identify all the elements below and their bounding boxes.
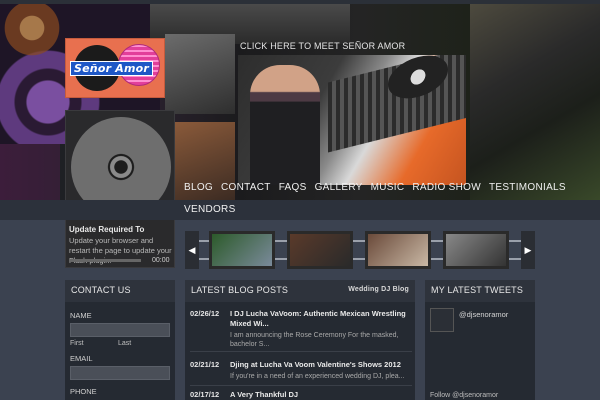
thumb-image <box>446 234 506 266</box>
contact-panel: CONTACT US NAME First Last EMAIL PHONE <box>65 280 175 400</box>
dj-figure <box>250 65 320 185</box>
post-date: 02/26/12 <box>190 309 220 318</box>
gallery-thumb[interactable] <box>287 231 353 269</box>
nav-vendors[interactable]: VENDORS <box>184 204 236 215</box>
email-field[interactable] <box>70 366 170 380</box>
post-excerpt: I am announcing the Rose Ceremony For th… <box>230 332 399 348</box>
nav-music[interactable]: MUSIC <box>371 182 405 193</box>
nav-bar-background <box>0 200 600 220</box>
twitter-avatar[interactable] <box>430 308 454 332</box>
featured-dj-photo[interactable] <box>238 55 466 185</box>
first-label: First <box>70 340 84 347</box>
twitter-handle[interactable]: @djsenoramor <box>459 310 508 319</box>
gallery-thumb[interactable] <box>209 231 275 269</box>
post-divider <box>190 385 412 386</box>
logo-text: Señor Amor <box>70 61 153 76</box>
blog-header: LATEST BLOG POSTS Wedding DJ Blog <box>185 280 415 302</box>
nav-contact[interactable]: CONTACT <box>221 182 271 193</box>
thumb-image <box>368 234 428 266</box>
nav-faqs[interactable]: FAQS <box>279 182 307 193</box>
nav-blog[interactable]: BLOG <box>184 182 213 193</box>
wedding-party-photo <box>470 4 600 200</box>
gallery-next-button[interactable]: ▶ <box>521 231 535 269</box>
blog-heading: LATEST BLOG POSTS <box>191 285 289 295</box>
post-title[interactable]: A Very Thankful DJ <box>230 390 412 400</box>
post-date: 02/17/12 <box>190 390 220 399</box>
meet-senor-amor-link[interactable]: CLICK HERE TO MEET SEÑOR AMOR <box>240 41 405 51</box>
gallery-thumb[interactable] <box>365 231 431 269</box>
tweets-panel: MY LATEST TWEETS @djsenoramor Follow @dj… <box>425 280 535 400</box>
gallery-prev-button[interactable]: ◀ <box>185 231 199 269</box>
player-title: Update Required To <box>69 225 145 234</box>
site-logo[interactable]: Señor Amor <box>65 38 165 98</box>
follow-link[interactable]: Follow @djsenoramor <box>430 392 498 399</box>
thumb-image <box>290 234 350 266</box>
blog-post[interactable]: 02/17/12 A Very Thankful DJ <box>190 390 412 400</box>
tweets-heading: MY LATEST TWEETS <box>425 280 535 302</box>
post-excerpt: If you're in a need of an experienced we… <box>230 373 405 380</box>
wedding-dj-blog-link[interactable]: Wedding DJ Blog <box>348 286 409 297</box>
last-label: Last <box>118 340 132 347</box>
phone-label: PHONE <box>70 387 97 396</box>
gallery-strip <box>199 231 521 269</box>
player-progress-bar[interactable] <box>69 259 141 262</box>
post-title[interactable]: I DJ Lucha VaVoom: Authentic Mexican Wre… <box>230 309 412 329</box>
nav-radio-show[interactable]: RADIO SHOW <box>412 182 481 193</box>
guests-photo <box>165 34 235 114</box>
nav-testimonials[interactable]: TESTIMONIALS <box>489 182 566 193</box>
music-player: Update Required To Update your browser a… <box>65 110 175 268</box>
thumb-image <box>212 234 272 266</box>
name-label: NAME <box>70 311 92 320</box>
blog-post[interactable]: 02/26/12 I DJ Lucha VaVoom: Authentic Me… <box>190 309 412 352</box>
nav-gallery[interactable]: GALLERY <box>315 182 363 193</box>
name-field[interactable] <box>70 323 170 337</box>
blog-post[interactable]: 02/21/12 Djing at Lucha Va Voom Valentin… <box>190 360 412 388</box>
blog-panel: LATEST BLOG POSTS Wedding DJ Blog 02/26/… <box>185 280 415 400</box>
post-date: 02/21/12 <box>190 360 220 369</box>
main-nav: BLOG CONTACT FAQS GALLERY MUSIC RADIO SH… <box>184 182 566 193</box>
email-label: EMAIL <box>70 354 93 363</box>
contact-heading: CONTACT US <box>65 280 175 302</box>
player-time: 00:00 <box>152 257 170 264</box>
gallery-thumb[interactable] <box>443 231 509 269</box>
post-title[interactable]: Djing at Lucha Va Voom Valentine's Shows… <box>230 360 412 370</box>
post-divider <box>190 351 412 352</box>
